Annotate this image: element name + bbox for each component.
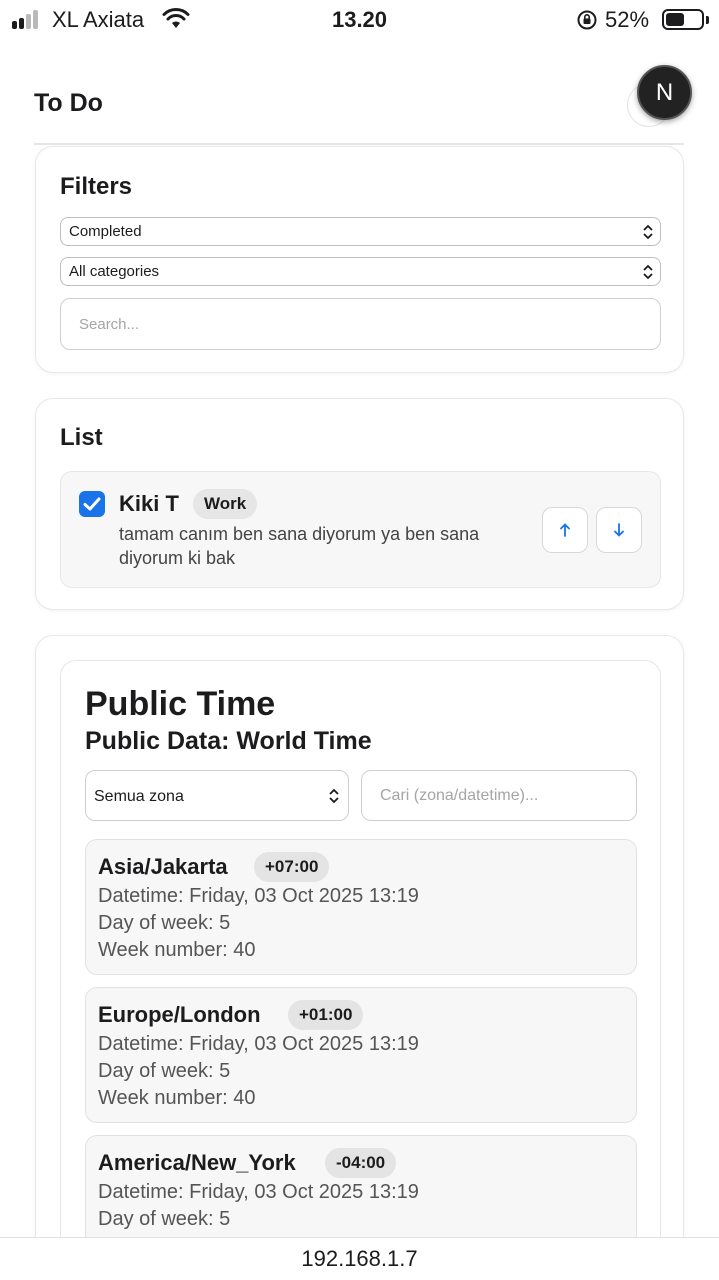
timezone-card: Asia/Jakarta +07:00 Datetime: Friday, 03… — [85, 839, 637, 975]
list-card: List Kiki T Work tamam canım ben sana di… — [35, 398, 684, 610]
search-input[interactable] — [60, 298, 661, 350]
timezone-day-of-week: Day of week: 5 — [98, 1060, 231, 1082]
timezone-datetime: Datetime: Friday, 03 Oct 2025 13:19 — [98, 885, 419, 907]
checkmark-icon — [83, 497, 101, 511]
move-down-button[interactable] — [596, 507, 642, 553]
timezone-name: Asia/Jakarta — [98, 854, 228, 879]
filters-card: Filters Completed All categories — [35, 146, 684, 373]
list-item: Kiki T Work tamam canım ben sana diyorum… — [60, 471, 661, 588]
utc-offset-badge: +07:00 — [254, 852, 330, 882]
status-filter-select[interactable]: Completed — [60, 217, 661, 246]
category-filter-select[interactable]: All categories — [60, 257, 661, 286]
address-url: 192.168.1.7 — [301, 1246, 418, 1271]
move-up-button[interactable] — [542, 507, 588, 553]
timezone-card: Europe/London +01:00 Datetime: Friday, 0… — [85, 987, 637, 1123]
battery-icon — [662, 9, 704, 30]
timezone-name: Europe/London — [98, 1002, 261, 1027]
timezone-datetime: Datetime: Friday, 03 Oct 2025 13:19 — [98, 1033, 419, 1055]
category-badge: Work — [193, 489, 258, 519]
chevron-updown-icon — [643, 264, 653, 280]
completed-checkbox[interactable] — [79, 491, 105, 517]
public-time-subtitle: Public Data: World Time — [85, 727, 372, 755]
todo-name: Kiki T — [119, 491, 179, 516]
timezone-name: America/New_York — [98, 1150, 296, 1175]
arrow-down-icon — [614, 523, 624, 537]
public-time-title: Public Time — [85, 685, 276, 723]
app-header: To Do N — [0, 60, 719, 146]
battery-percent: 52% — [605, 7, 650, 32]
status-filter-value: Completed — [69, 223, 142, 240]
battery-level — [666, 13, 684, 26]
arrow-up-icon — [560, 523, 570, 537]
page-title: To Do — [34, 89, 103, 117]
zone-search-input[interactable] — [361, 770, 637, 821]
todo-description: tamam canım ben sana diyorum ya ben sana… — [119, 524, 480, 568]
header-divider — [34, 143, 684, 145]
timezone-week-number: Week number: 40 — [98, 1087, 256, 1109]
zone-filter-select[interactable]: Semua zona — [85, 770, 349, 821]
public-time-panel: Public Time Public Data: World Time Semu… — [60, 660, 661, 1280]
timezone-datetime: Datetime: Friday, 03 Oct 2025 13:19 — [98, 1181, 419, 1203]
zone-filter-value: Semua zona — [94, 788, 184, 805]
chevron-updown-icon — [329, 788, 339, 804]
rotation-lock-icon — [577, 10, 597, 30]
timezone-week-number: Week number: 40 — [98, 939, 256, 961]
list-title: List — [60, 424, 103, 451]
filters-title: Filters — [60, 173, 133, 200]
battery-cap — [706, 16, 709, 24]
status-bar: XL Axiata 13.20 52% — [0, 0, 719, 40]
utc-offset-badge: -04:00 — [325, 1148, 397, 1178]
browser-address-bar[interactable]: 192.168.1.7 — [0, 1237, 719, 1280]
avatar[interactable]: N — [637, 65, 692, 120]
category-filter-value: All categories — [69, 263, 160, 280]
timezone-day-of-week: Day of week: 5 — [98, 1208, 231, 1230]
chevron-updown-icon — [643, 224, 653, 240]
utc-offset-badge: +01:00 — [288, 1000, 364, 1030]
public-time-card: Public Time Public Data: World Time Semu… — [35, 635, 684, 1280]
timezone-day-of-week: Day of week: 5 — [98, 912, 231, 934]
